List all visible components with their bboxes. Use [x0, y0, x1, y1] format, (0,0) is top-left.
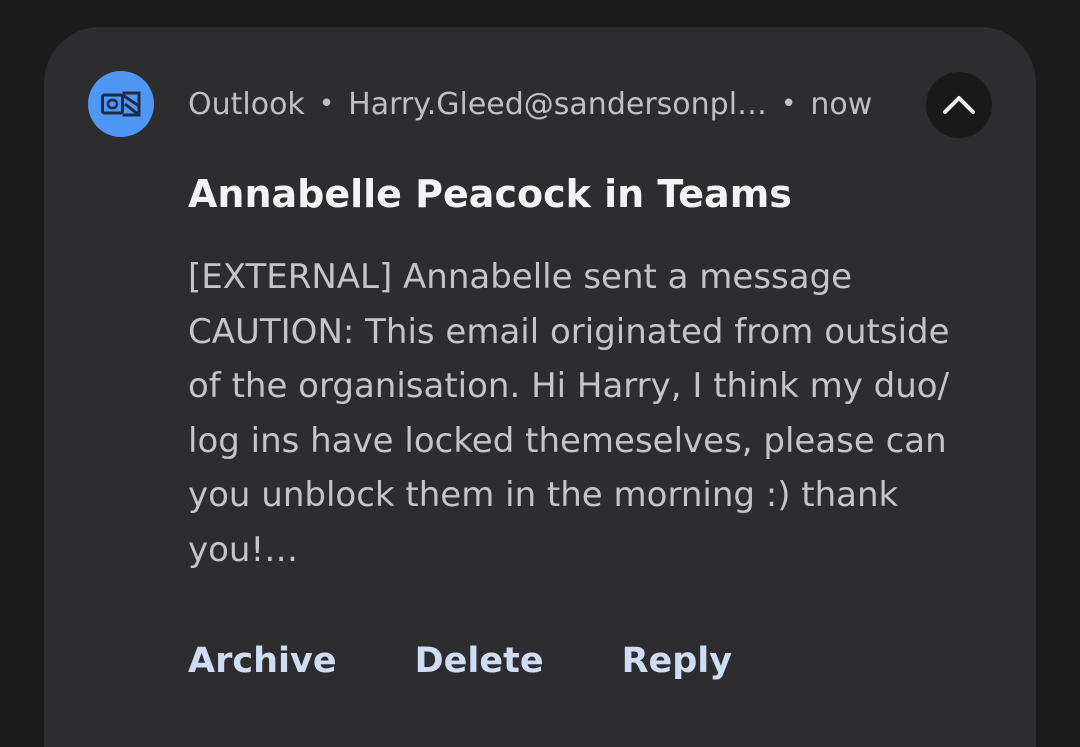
notification-header: Outlook • Harry.Gleed@sandersonpl… • now	[188, 82, 872, 126]
header-separator-2: •	[781, 89, 797, 119]
chevron-up-icon	[943, 96, 975, 114]
collapse-button[interactable]	[926, 72, 992, 138]
body-line: you!…	[188, 529, 299, 570]
delete-button[interactable]: Delete	[415, 641, 544, 681]
body-line: log ins have locked themeselves, please …	[188, 420, 947, 461]
archive-button[interactable]: Archive	[188, 641, 337, 681]
timestamp: now	[810, 86, 873, 122]
body-line: [EXTERNAL] Annabelle sent a message	[188, 257, 853, 297]
app-name: Outlook	[188, 86, 305, 122]
reply-button[interactable]: Reply	[622, 641, 733, 681]
account-email: Harry.Gleed@sandersonpl…	[348, 86, 768, 122]
outlook-icon	[88, 71, 154, 137]
notification-title: Annabelle Peacock in Teams	[188, 172, 792, 216]
body-line: of the organisation. Hi Harry, I think m…	[188, 366, 950, 406]
header-separator: •	[318, 89, 335, 119]
body-line: CAUTION: This email originated from outs…	[188, 311, 950, 352]
notification-actions: Archive Delete Reply	[188, 636, 732, 686]
notification-body: [EXTERNAL] Annabelle sent a message CAUT…	[188, 250, 998, 577]
body-line: you unblock them in the morning :) thank	[188, 475, 899, 515]
